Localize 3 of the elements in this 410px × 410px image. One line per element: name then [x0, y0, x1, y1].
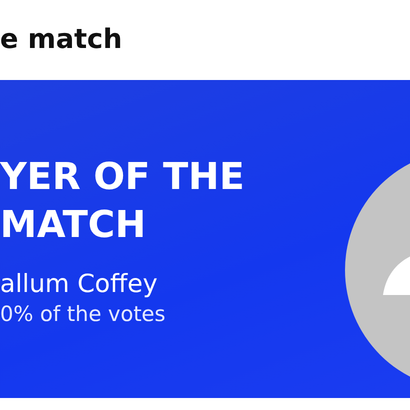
- player-name: allum Coffey: [0, 269, 159, 298]
- page-title: e match: [0, 23, 124, 57]
- vote-share: 0% of the votes: [0, 302, 166, 326]
